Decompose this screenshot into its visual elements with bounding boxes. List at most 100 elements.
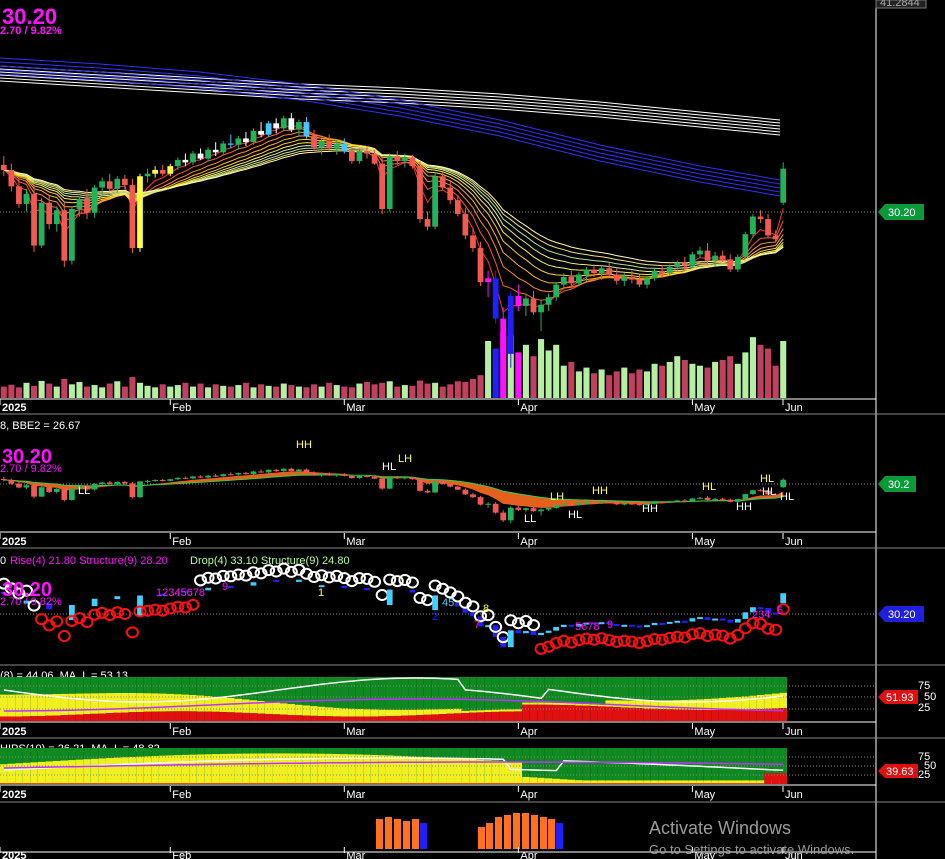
x-tick-label: Apr (520, 726, 537, 738)
structure-label: LH (550, 491, 564, 503)
p4-red (378, 716, 386, 721)
p4-red (68, 714, 76, 721)
p4-yellow (15, 694, 23, 717)
p4-yellow (726, 697, 735, 710)
volume-bar (591, 373, 598, 398)
p4-green (393, 677, 402, 710)
p3-bar (91, 598, 98, 607)
candle-body (53, 210, 60, 225)
x-tick-label: 2025 (2, 850, 26, 859)
candle-body (674, 263, 681, 267)
p4-red (219, 712, 228, 721)
candle-body (76, 198, 83, 209)
structure-label: HL (762, 486, 776, 498)
p4-yellow (461, 710, 470, 714)
volume-bar (727, 356, 734, 398)
x-tick-label: Mar (346, 402, 365, 414)
candle-body (341, 143, 348, 152)
p5-red (90, 783, 99, 784)
p4-red (423, 714, 432, 721)
x-tick-label: Mar (346, 789, 365, 801)
p5-yellow (249, 753, 258, 784)
chart-canvas[interactable]: 41.2844 30.20 2.70 / 9.82% 30.20 2025 Feb… (0, 0, 945, 859)
p3-bar (659, 622, 666, 625)
p4-yellow (37, 694, 46, 717)
p2-candle-body (659, 502, 666, 504)
p4-green (522, 677, 530, 703)
candle-body (182, 159, 189, 163)
panel6-plot (376, 813, 563, 849)
candle-body (470, 235, 476, 249)
p4-green (219, 677, 228, 698)
count-marker (375, 589, 389, 601)
p5-yellow (408, 756, 417, 784)
count-marker (95, 606, 109, 619)
panel4-level-25: 25 (918, 702, 930, 714)
p3-bar (742, 612, 749, 619)
candle-body (742, 234, 749, 257)
p5-yellow (393, 755, 402, 784)
candle-body (273, 123, 280, 129)
candle-body (243, 138, 249, 143)
p4-yellow (499, 709, 508, 712)
p3-bar (507, 630, 514, 648)
volume-bar (651, 363, 658, 398)
p2-candle-body (288, 468, 295, 472)
p4-red (499, 711, 508, 721)
p5-red (726, 783, 735, 784)
p5-red (143, 783, 152, 784)
p5-red (295, 783, 303, 784)
p4-green (726, 677, 735, 698)
p4-red (491, 711, 500, 721)
structure-label: HH (296, 439, 312, 451)
p3-bar (296, 579, 302, 582)
count-marker (655, 633, 669, 646)
p2-candle-body (159, 480, 166, 482)
x-tick-label: 2025 (2, 536, 26, 548)
p5-green (658, 748, 666, 784)
volume-bar (379, 382, 386, 398)
ema-line (3, 124, 784, 313)
p4-yellow (438, 709, 447, 715)
p4-green (181, 677, 190, 695)
p5-red (196, 783, 205, 784)
p5-yellow (75, 759, 84, 784)
histogram-bar (504, 815, 511, 849)
p4-green (779, 677, 787, 693)
candle-body (644, 278, 650, 285)
x-tick-label: Feb (172, 850, 191, 859)
p4-green (136, 677, 144, 694)
p5-yellow (98, 758, 106, 784)
p2-candle-body (280, 468, 287, 471)
top-value-text: 41.2844 (880, 0, 920, 9)
p5-red (272, 783, 280, 784)
volume-bar (152, 387, 159, 398)
p4-red (507, 711, 515, 721)
p4-green (696, 677, 704, 700)
p2-candle-body (31, 485, 37, 497)
candle-body (303, 122, 310, 136)
p4-red (681, 709, 689, 721)
volume-bar (280, 383, 287, 398)
p4-green (529, 677, 538, 703)
p4-yellow (476, 710, 485, 713)
candle-body (333, 143, 340, 149)
candle-body (545, 297, 552, 305)
candle-body (394, 156, 401, 162)
volume-bar (182, 382, 189, 398)
p5-red (257, 783, 265, 784)
p2-candle-body (69, 488, 75, 500)
x-tick-label: Apr (520, 536, 537, 548)
p4-yellow (446, 708, 455, 714)
p3-bar (205, 587, 211, 591)
candle-body (379, 163, 386, 209)
p4-yellow (749, 695, 757, 710)
p4-green (401, 677, 409, 710)
volume-bar (197, 383, 204, 398)
p4-yellow (355, 708, 364, 717)
volume-bar (295, 386, 302, 398)
p5-red (279, 783, 288, 784)
candle-body (190, 153, 196, 163)
x-tick-label: May (694, 536, 715, 548)
candle-body (296, 122, 302, 130)
